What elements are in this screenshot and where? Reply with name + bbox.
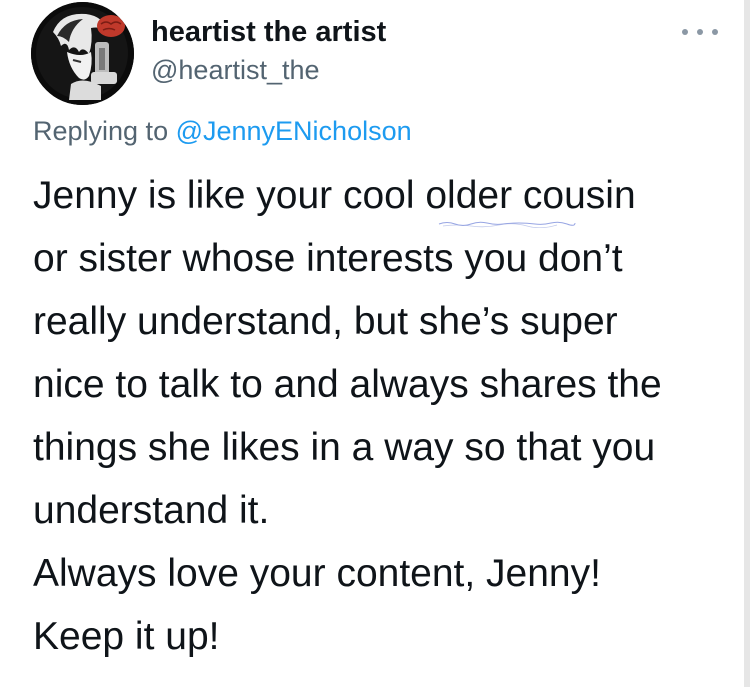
dot-icon	[712, 29, 718, 35]
tweet-line: things she likes in a way so that you	[33, 426, 656, 469]
tweet-line: or sister whose interests you don’t	[33, 237, 623, 280]
tweet-text: Jenny is like your cool older cousin or …	[33, 164, 733, 668]
avatar-illustration	[31, 2, 134, 105]
author-name[interactable]: heartist the artist	[151, 16, 386, 49]
tweet-line: understand it.	[33, 489, 270, 532]
more-options-icon[interactable]	[682, 22, 718, 42]
dot-icon	[697, 29, 703, 35]
scribble-mark	[438, 221, 576, 228]
tweet-line: really understand, but she’s super	[33, 300, 618, 343]
tweet-line: Jenny is like your cool older cousin	[33, 174, 636, 217]
author-handle[interactable]: @heartist_the	[151, 55, 320, 86]
dot-icon	[682, 29, 688, 35]
reply-mention-link[interactable]: @JennyENicholson	[176, 116, 412, 146]
reply-prefix: Replying to	[33, 116, 176, 146]
window-edge	[744, 0, 750, 687]
tweet-line: nice to talk to and always shares the	[33, 363, 662, 406]
tweet-line: Keep it up!	[33, 615, 220, 658]
tweet-line: Always love your content, Jenny!	[33, 552, 601, 595]
reply-context: Replying to @JennyENicholson	[33, 116, 412, 147]
avatar[interactable]	[31, 2, 134, 105]
